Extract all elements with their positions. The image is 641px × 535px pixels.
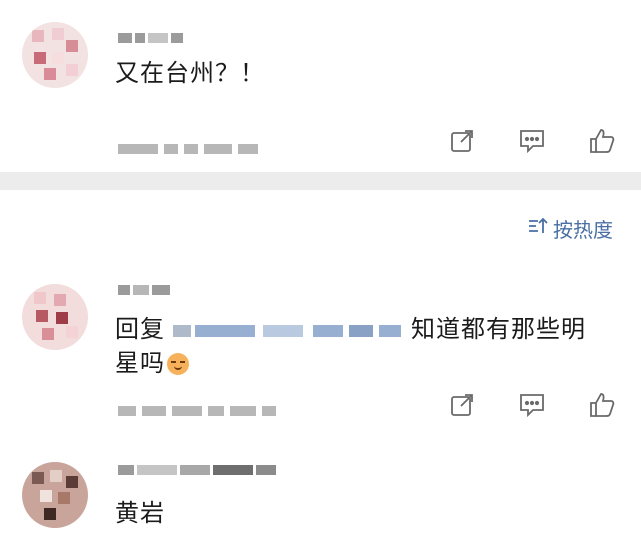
smile-emoji-icon — [167, 353, 189, 375]
comment-actions — [447, 126, 617, 156]
avatar[interactable] — [22, 462, 88, 528]
avatar[interactable] — [22, 22, 88, 88]
sort-button[interactable]: 按热度 — [527, 214, 613, 243]
username-blurred[interactable] — [118, 462, 276, 478]
section-divider — [0, 172, 641, 190]
share-icon[interactable] — [447, 390, 477, 420]
comment-text: 又在台州？！ — [115, 59, 265, 87]
share-icon[interactable] — [447, 126, 477, 156]
comment-text-line2: 星吗 — [115, 349, 165, 377]
reply-prefix: 回复 — [115, 315, 165, 343]
avatar[interactable] — [22, 284, 88, 350]
username-blurred[interactable] — [118, 30, 183, 46]
comment-icon[interactable] — [517, 126, 547, 156]
comment-text: 回复 知道都有那些明 星吗 — [115, 312, 625, 380]
comment-text: 黄岩 — [115, 499, 165, 527]
comment-actions — [447, 390, 617, 420]
username-blurred[interactable] — [118, 282, 170, 298]
comment-icon[interactable] — [517, 390, 547, 420]
comment-meta-blurred — [118, 142, 258, 156]
sort-label: 按热度 — [553, 218, 613, 242]
thumb-up-icon[interactable] — [587, 390, 617, 420]
sort-icon — [527, 216, 549, 241]
mention-link-blurred[interactable] — [173, 319, 403, 341]
comment-text-part: 知道都有那些明 — [411, 315, 586, 343]
thumb-up-icon[interactable] — [587, 126, 617, 156]
comment-meta-blurred — [118, 404, 276, 418]
